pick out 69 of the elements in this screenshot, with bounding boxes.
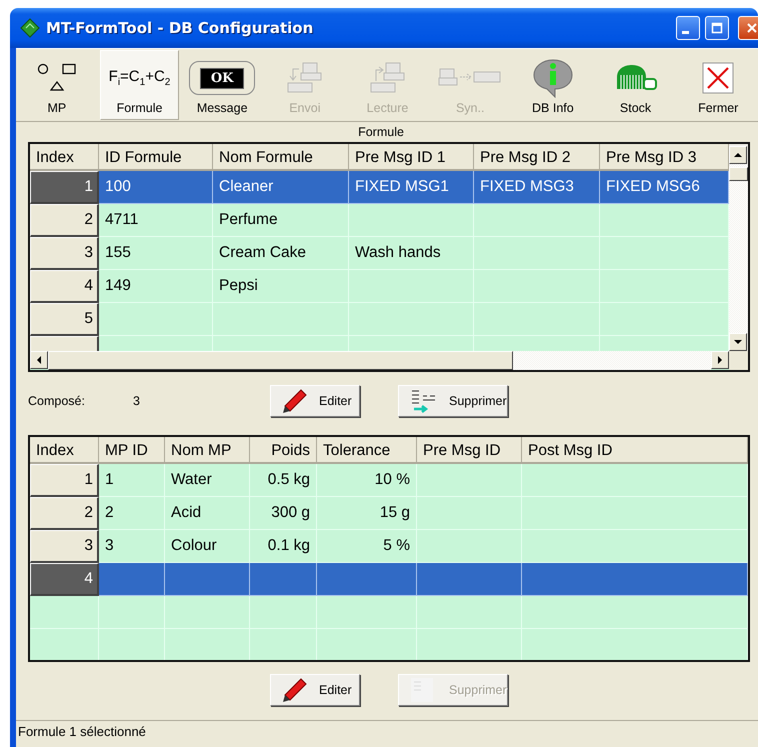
table-row[interactable]: 1 1 Water 0.5 kg 10 % <box>30 464 748 497</box>
row-header[interactable]: 2 <box>30 497 99 530</box>
column-header[interactable]: Pre Msg ID 3 <box>600 144 729 171</box>
field-label: Composé: <box>28 394 86 408</box>
edit-button[interactable]: Editer <box>270 385 360 417</box>
right-arrow-icon <box>716 356 724 364</box>
minimize-button[interactable] <box>676 16 700 40</box>
left-arrow-icon <box>35 356 43 364</box>
table-row[interactable]: 5 <box>30 303 729 336</box>
row-header[interactable]: 1 <box>30 171 99 204</box>
toolbar-button[interactable]: MP <box>17 50 97 120</box>
row-header[interactable]: 2 <box>30 204 99 237</box>
scroll-thumb[interactable] <box>729 167 748 181</box>
close-button[interactable] <box>738 16 758 40</box>
pencil-icon <box>281 388 307 414</box>
scroll-left-button[interactable] <box>30 351 48 369</box>
edit-button[interactable]: Editer <box>270 674 360 706</box>
toolbar-button[interactable]: Stock <box>596 50 676 120</box>
table-row[interactable]: 3 155 Cream Cake Wash hands <box>30 237 729 270</box>
toolbar-button[interactable]: Fermer <box>678 50 758 120</box>
row-header[interactable]: 4 <box>30 563 99 596</box>
row-header[interactable]: 3 <box>30 237 99 270</box>
down-arrow-icon <box>734 338 742 346</box>
row-header[interactable]: 1 <box>30 464 99 497</box>
column-header[interactable]: Poids <box>250 437 317 464</box>
shapes-icon <box>36 63 77 93</box>
minimize-icon <box>682 30 688 34</box>
column-header[interactable]: Tolerance <box>317 437 417 464</box>
delete-button[interactable]: Supprimer <box>398 385 508 417</box>
row-header[interactable]: 5 <box>30 303 99 336</box>
toolbar-button[interactable]: DB Info <box>513 50 593 120</box>
up-arrow-icon <box>734 151 742 159</box>
info-icon <box>532 58 573 98</box>
column-header[interactable]: Index <box>30 437 99 464</box>
row-header[interactable]: 3 <box>30 530 99 563</box>
close-icon <box>746 22 758 34</box>
column-header[interactable]: Pre Msg ID <box>417 437 522 464</box>
close-icon <box>702 62 734 94</box>
column-header[interactable]: MP ID <box>99 437 165 464</box>
list-arrow-icon <box>409 388 437 414</box>
table-row[interactable]: 1 100 Cleaner FIXED MSG1 FIXED MSG3 FIXED MSG6 <box>30 171 729 204</box>
column-header[interactable]: Index <box>30 144 99 171</box>
maximize-icon <box>711 22 723 34</box>
column-header[interactable]: Nom Formule <box>213 144 349 171</box>
scroll-thumb[interactable] <box>48 351 513 370</box>
count-value: 3 <box>133 394 141 408</box>
scroll-down-button[interactable] <box>729 333 747 351</box>
scroll-up-button[interactable] <box>729 146 747 164</box>
scrollbar-corner <box>729 351 748 370</box>
panel-title: Formule <box>357 124 405 141</box>
column-header[interactable]: Pre Msg ID 2 <box>474 144 600 171</box>
table-row[interactable]: 3 3 Colour 0.1 kg 5 % <box>30 530 748 563</box>
maximize-button[interactable] <box>705 16 729 40</box>
column-header[interactable]: Post Msg ID <box>522 437 748 464</box>
row-header[interactable]: 4 <box>30 270 99 303</box>
column-header[interactable]: Pre Msg ID 1 <box>349 144 474 171</box>
table-row[interactable]: 4 149 Pepsi <box>30 270 729 303</box>
table-row[interactable]: 2 4711 Perfume <box>30 204 729 237</box>
column-header[interactable]: Nom MP <box>165 437 250 464</box>
pencil-icon <box>281 677 307 703</box>
toolbar-button[interactable]: F$_{i}$=C$_{1}$+C$_{2}$ Formule <box>100 50 180 120</box>
status-text: Formule 1 sélectionné <box>18 724 146 739</box>
table-row[interactable]: 4 <box>30 563 748 596</box>
toolbar-button[interactable]: OK Message <box>182 50 262 120</box>
column-header[interactable]: ID Formule <box>99 144 213 171</box>
window-title: MT-FormTool - DB Configuration <box>46 19 314 37</box>
table-row[interactable]: 2 2 Acid 300 g 15 g <box>30 497 748 530</box>
scroll-right-button[interactable] <box>711 351 729 369</box>
app-icon <box>20 18 40 38</box>
